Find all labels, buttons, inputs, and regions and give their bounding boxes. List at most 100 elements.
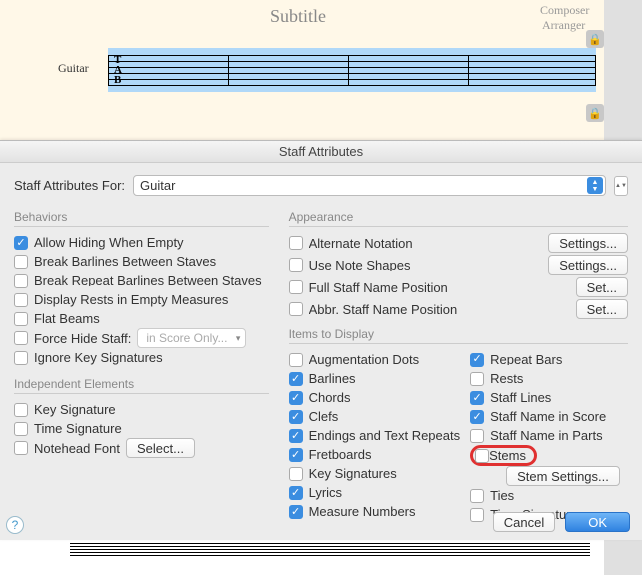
option-label: Notehead Font	[34, 441, 120, 456]
settings-button[interactable]: Set...	[576, 277, 628, 297]
checkbox[interactable]	[14, 422, 28, 436]
option-row: Stem Settings...	[470, 466, 628, 486]
option-label: Augmentation Dots	[309, 352, 420, 367]
checkbox[interactable]	[470, 429, 484, 443]
checkbox[interactable]	[14, 351, 28, 365]
checkbox[interactable]: ✓	[14, 236, 28, 250]
checkbox[interactable]	[14, 293, 28, 307]
option-label: Break Repeat Barlines Between Staves	[34, 275, 262, 286]
lock-icon[interactable]: 🔒	[586, 30, 604, 48]
staff-select[interactable]: Guitar ▲▼	[133, 175, 606, 196]
option-row: ✓Measure Numbers	[289, 502, 461, 521]
checkbox[interactable]	[14, 274, 28, 288]
checkbox[interactable]	[14, 312, 28, 326]
appearance-row: Abbr. Staff Name Position Set...	[289, 299, 628, 319]
option-row: ✓ Lyrics	[289, 483, 461, 502]
checkbox[interactable]: ✓	[289, 505, 303, 519]
option-label: Ties	[490, 488, 514, 503]
settings-button[interactable]: Set...	[576, 299, 628, 319]
ok-button[interactable]: OK	[565, 512, 630, 532]
option-label: Key Signature	[34, 402, 116, 417]
subtitle-text: Subtitle	[270, 6, 326, 27]
arranger-text: Arranger	[542, 18, 585, 33]
option-row: Flat Beams	[14, 309, 269, 328]
option-label: Repeat Bars	[490, 354, 562, 365]
checkbox[interactable]	[14, 441, 28, 455]
settings-button[interactable]: Settings...	[548, 255, 628, 275]
checkbox[interactable]	[289, 302, 303, 316]
option-row: Display Rests in Empty Measures	[14, 290, 269, 309]
instrument-label: Guitar	[58, 61, 89, 76]
checkbox[interactable]	[475, 449, 489, 463]
option-row: ✓ Staff Name in Score	[470, 407, 628, 426]
option-label: Display Rests in Empty Measures	[34, 292, 228, 307]
appearance-row: Alternate Notation Settings...	[289, 233, 628, 253]
composer-text: Composer	[540, 3, 589, 18]
option-label: Abbr. Staff Name Position	[309, 302, 458, 317]
option-row: Rests	[470, 369, 628, 388]
checkbox[interactable]	[289, 353, 303, 367]
checkbox[interactable]	[14, 403, 28, 417]
option-label: Staff Name in Parts	[490, 428, 602, 443]
staff-attributes-dialog: Staff Attributes Staff Attributes For: G…	[0, 140, 642, 540]
inline-select[interactable]: in Score Only...	[137, 328, 246, 348]
option-label: Time Signature	[34, 421, 122, 436]
help-button[interactable]: ?	[6, 516, 24, 534]
checkbox[interactable]	[14, 331, 28, 345]
independent-title: Independent Elements	[14, 377, 269, 394]
settings-button[interactable]: Select...	[126, 438, 195, 458]
option-row: Ties	[470, 486, 628, 505]
checkbox[interactable]	[289, 467, 303, 481]
checkbox[interactable]: ✓	[289, 486, 303, 500]
lock-icon[interactable]: 🔒	[586, 104, 604, 122]
option-label: Lyrics	[309, 485, 342, 500]
checkbox[interactable]: ✓	[470, 410, 484, 424]
checkbox[interactable]: ✓	[289, 448, 303, 462]
option-label: Alternate Notation	[309, 236, 413, 251]
checkbox[interactable]: ✓	[289, 410, 303, 424]
checkbox[interactable]	[14, 255, 28, 269]
option-label: Allow Hiding When Empty	[34, 235, 184, 250]
option-label: Barlines	[309, 371, 356, 386]
checkbox[interactable]: ✓	[470, 353, 484, 367]
option-label: Staff Lines	[490, 390, 551, 405]
dialog-title: Staff Attributes	[0, 141, 642, 163]
cancel-button[interactable]: Cancel	[493, 512, 555, 532]
checkbox[interactable]: ✓	[289, 372, 303, 386]
checkbox[interactable]	[470, 372, 484, 386]
checkbox[interactable]	[470, 508, 484, 522]
checkbox[interactable]	[470, 489, 484, 503]
option-row: ✓ Allow Hiding When Empty	[14, 233, 269, 252]
option-row: ✓ Staff Lines	[470, 388, 628, 407]
appearance-row: Use Note ShapesSettings...	[289, 255, 628, 275]
option-label: Key Signatures	[309, 466, 397, 481]
option-row: Stems	[470, 445, 628, 466]
option-row: Force Hide Staff:in Score Only...	[14, 328, 269, 348]
option-row: Alternate Notation	[289, 234, 549, 253]
option-row: ✓ Repeat Bars	[470, 350, 628, 369]
appearance-row: Full Staff Name Position Set...	[289, 277, 628, 297]
items-title: Items to Display	[289, 327, 628, 344]
settings-button[interactable]: Settings...	[548, 233, 628, 253]
staff-stepper[interactable]: ▲▼	[614, 176, 628, 196]
checkbox[interactable]	[289, 280, 303, 294]
option-row: Key Signatures	[289, 464, 461, 483]
option-label: Endings and Text Repeats	[309, 428, 461, 443]
option-label: Break Barlines Between Staves	[34, 256, 216, 267]
checkbox[interactable]	[289, 258, 303, 272]
checkbox[interactable]: ✓	[289, 391, 303, 405]
option-label: Full Staff Name Position	[309, 280, 448, 295]
option-row: ✓Chords	[289, 388, 461, 407]
behaviors-title: Behaviors	[14, 210, 269, 227]
checkbox[interactable]: ✓	[289, 429, 303, 443]
option-row: ✓ Endings and Text Repeats	[289, 426, 461, 445]
option-label: Fretboards	[309, 447, 372, 462]
settings-button[interactable]: Stem Settings...	[506, 466, 620, 486]
option-label: Staff Name in Score	[490, 409, 606, 424]
checkbox[interactable]: ✓	[470, 391, 484, 405]
checkbox[interactable]	[289, 236, 303, 250]
tab-staff	[108, 55, 596, 85]
bottom-staff	[70, 543, 590, 571]
option-row: Use Note Shapes	[289, 256, 549, 275]
option-row: Notehead Font Select...	[14, 438, 269, 458]
